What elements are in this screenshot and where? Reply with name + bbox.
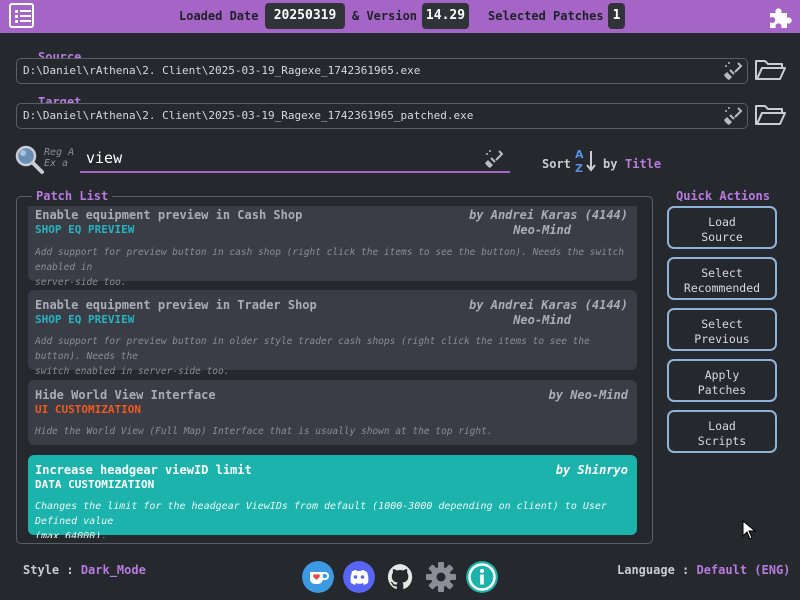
patch-desc-line: switch enabled in server-side too.: [35, 366, 230, 377]
source-path-text: D:\Daniel\rAthena\2. Client\2025-03-19_R…: [23, 64, 421, 77]
version-label: & Version: [352, 9, 418, 23]
patch-list-label: Patch List: [32, 189, 113, 203]
button-label: Load: [708, 215, 736, 229]
select-recommended-button[interactable]: Select Recommended: [667, 257, 777, 300]
broom-icon[interactable]: [722, 105, 744, 127]
patch-desc-line: Add support for preview button in cash s…: [35, 247, 625, 273]
top-bar: Loaded Date 20250319 & Version 14.29 Sel…: [0, 0, 800, 33]
loaded-date-value: 20250319: [265, 3, 345, 29]
language-value: Default (ENG): [696, 563, 791, 577]
target-folder-icon[interactable]: [754, 102, 786, 128]
patch-title: Enable equipment preview in Trader Shop: [35, 298, 317, 312]
svg-text:A: A: [575, 148, 584, 161]
patch-desc-line: Hide the World View (Full Map) Interface…: [35, 426, 493, 437]
discord-icon[interactable]: [343, 561, 375, 593]
patch-desc-line: (max 64000).: [35, 531, 108, 538]
button-label: Scripts: [697, 434, 747, 448]
mouse-cursor-icon: [742, 520, 756, 540]
style-value: Dark_Mode: [80, 563, 146, 577]
language-label: Language :: [617, 563, 690, 577]
selected-patches-label: Selected Patches: [488, 9, 604, 23]
patch-list[interactable]: Enable equipment preview in Cash Shop SH…: [28, 206, 638, 538]
button-label: Select: [701, 317, 743, 331]
source-folder-icon[interactable]: [754, 57, 786, 83]
button-label: Load: [708, 419, 736, 433]
broom-icon[interactable]: [722, 60, 744, 82]
target-path-field[interactable]: D:\Daniel\rAthena\2. Client\2025-03-19_R…: [16, 103, 748, 129]
info-icon[interactable]: [466, 561, 498, 593]
patch-item[interactable]: Hide World View Interface UI CUSTOMIZATI…: [28, 380, 637, 445]
selected-patches-count: 1: [608, 3, 625, 29]
broom-icon[interactable]: [483, 148, 505, 170]
patch-item-selected[interactable]: Increase headgear viewID limit DATA CUST…: [28, 455, 637, 538]
patch-title: Enable equipment preview in Cash Shop: [35, 208, 303, 222]
patch-item[interactable]: Enable equipment preview in Cash Shop SH…: [28, 206, 637, 288]
button-label: Patches: [697, 383, 747, 397]
style-indicator[interactable]: Style : Dark_Mode: [23, 563, 146, 577]
button-label: Source: [701, 230, 743, 244]
button-label: Previous: [694, 332, 750, 346]
regex-toggle[interactable]: Reg A Ex a: [44, 147, 78, 173]
magnifier-icon: [15, 145, 44, 174]
patch-category: SHOP EQ PREVIEW: [35, 223, 135, 236]
patch-desc-line: server-side too.: [35, 277, 127, 288]
loaded-date-label: Loaded Date: [179, 9, 259, 23]
patch-author: by Neo-Mind: [548, 388, 628, 402]
search-input[interactable]: [80, 145, 510, 173]
github-icon[interactable]: [384, 561, 416, 593]
sort-az-icon[interactable]: A Z: [575, 147, 597, 175]
quick-actions-label: Quick Actions: [676, 189, 770, 203]
load-scripts-button[interactable]: Load Scripts: [667, 410, 777, 453]
source-path-field[interactable]: D:\Daniel\rAthena\2. Client\2025-03-19_R…: [16, 58, 748, 84]
button-label: Recommended: [683, 281, 761, 295]
button-label: Select: [701, 266, 743, 280]
patch-title: Increase headgear viewID limit: [35, 463, 252, 477]
patch-author: by Shinryo: [555, 463, 628, 477]
version-value: 14.29: [422, 3, 469, 29]
patch-title: Hide World View Interface: [35, 388, 216, 402]
target-path-text: D:\Daniel\rAthena\2. Client\2025-03-19_R…: [23, 109, 474, 122]
button-label: Apply: [704, 368, 740, 382]
sort-field-value[interactable]: Title: [625, 157, 661, 171]
kofi-icon[interactable]: [302, 561, 334, 593]
language-indicator[interactable]: Language : Default (ENG): [617, 563, 790, 577]
load-source-button[interactable]: Load Source: [667, 206, 777, 249]
patch-description: Add support for preview button in older …: [35, 334, 627, 379]
patch-author: by Andrei Karas (4144): [469, 208, 628, 222]
patch-author-2: Neo-Mind: [513, 223, 571, 237]
patch-description: Changes the limit for the headgear ViewI…: [35, 499, 627, 538]
patch-author-2: Neo-Mind: [513, 313, 571, 327]
style-label: Style :: [23, 563, 74, 577]
sort-label: Sort: [542, 157, 571, 171]
patch-item[interactable]: Enable equipment preview in Trader Shop …: [28, 290, 637, 377]
svg-text:Z: Z: [575, 162, 583, 175]
regex-line-1: Reg A: [44, 147, 75, 158]
patch-category: UI CUSTOMIZATION: [35, 403, 141, 416]
patch-description: Hide the World View (Full Map) Interface…: [35, 424, 627, 439]
puzzle-icon[interactable]: [767, 4, 793, 30]
patch-description: Add support for preview button in cash s…: [35, 245, 627, 290]
patch-desc-line: Changes the limit for the headgear ViewI…: [35, 501, 607, 527]
apply-patches-button[interactable]: Apply Patches: [667, 359, 777, 402]
patch-category: DATA CUSTOMIZATION: [35, 478, 155, 491]
settings-gear-icon[interactable]: [425, 561, 457, 593]
patch-category: SHOP EQ PREVIEW: [35, 313, 135, 326]
menu-list-icon[interactable]: [9, 3, 34, 28]
patch-author: by Andrei Karas (4144): [469, 298, 628, 312]
patch-desc-line: Add support for preview button in older …: [35, 336, 590, 362]
sort-by-label: by: [603, 157, 618, 171]
regex-line-2: Ex a: [44, 158, 69, 169]
select-previous-button[interactable]: Select Previous: [667, 308, 777, 351]
